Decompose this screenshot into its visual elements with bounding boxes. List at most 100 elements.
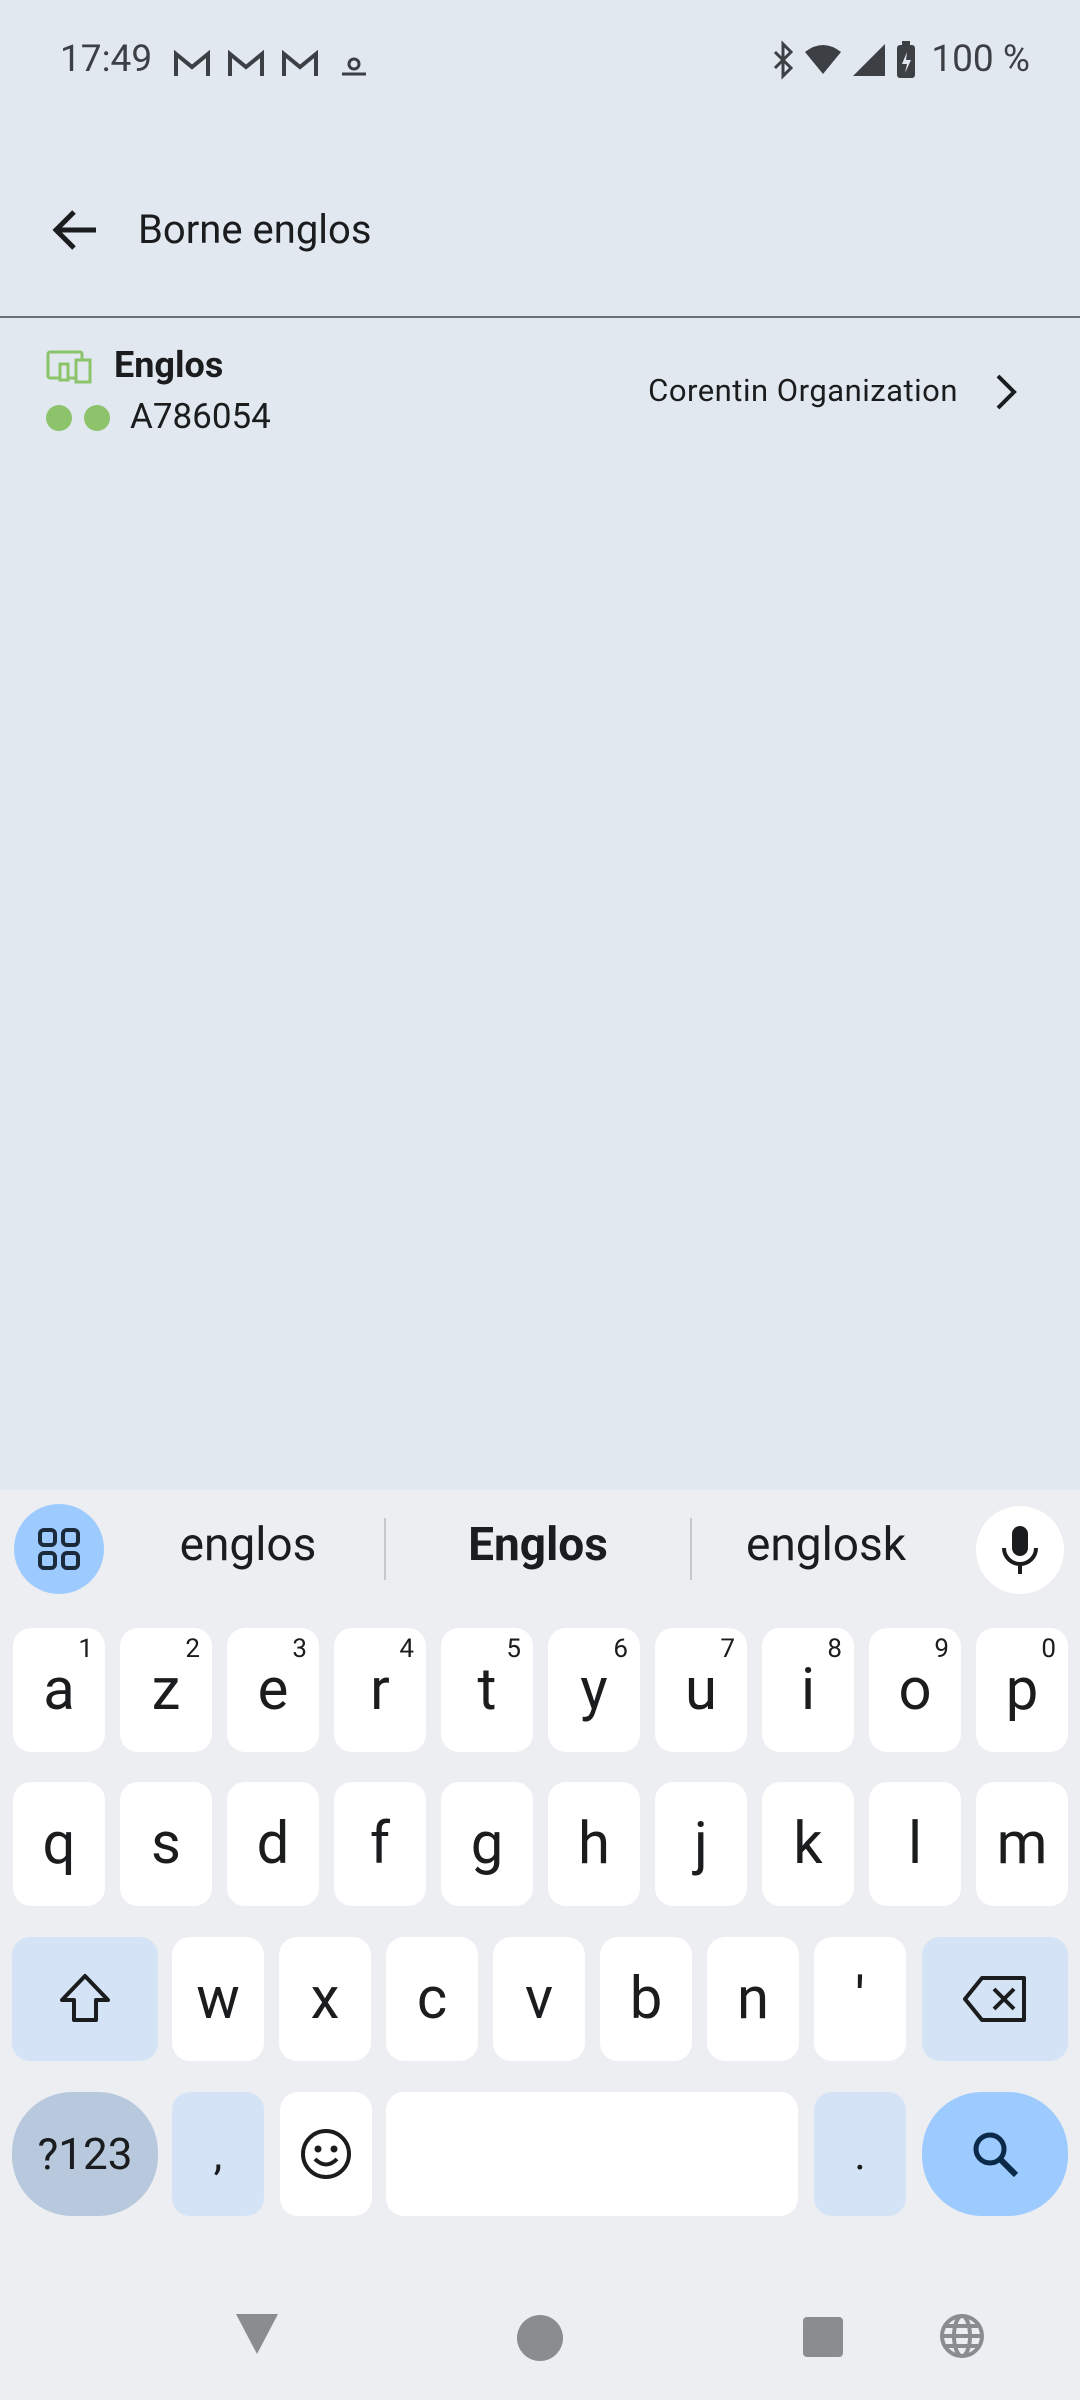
key-label: t [477, 1656, 497, 1724]
key-d[interactable]: d [227, 1782, 319, 1906]
key-a[interactable]: a1 [13, 1628, 105, 1752]
key-y[interactable]: y6 [548, 1628, 640, 1752]
key-label: h [578, 1810, 610, 1878]
key-label: a [43, 1656, 75, 1724]
system-icons: 100 % [771, 38, 1030, 81]
gmail-icon [228, 49, 264, 76]
key-number-hint: 1 [78, 1634, 93, 1664]
key-number-hint: 6 [613, 1634, 628, 1664]
key-r[interactable]: r4 [334, 1628, 426, 1752]
key-number-hint: 3 [292, 1634, 307, 1664]
key-label: w [196, 1965, 240, 2033]
back-arrow-icon[interactable] [44, 198, 108, 262]
key-z[interactable]: z2 [120, 1628, 212, 1752]
period-key[interactable]: . [814, 2092, 906, 2216]
suggestion-separator [384, 1518, 386, 1580]
key-p[interactable]: p0 [976, 1628, 1068, 1752]
status-indicators [46, 405, 110, 431]
symbols-key[interactable]: ?123 [12, 2092, 158, 2216]
key-label: e [257, 1656, 289, 1724]
key-number-hint: 0 [1041, 1634, 1056, 1664]
key-label: m [996, 1810, 1048, 1878]
key-o[interactable]: o9 [869, 1628, 961, 1752]
key-apostrophe[interactable]: ' [814, 1937, 906, 2061]
search-query-title[interactable]: Borne englos [138, 198, 371, 262]
key-t[interactable]: t5 [441, 1628, 533, 1752]
key-f[interactable]: f [334, 1782, 426, 1906]
gmail-icon [282, 49, 318, 76]
key-label: r [370, 1656, 390, 1724]
key-j[interactable]: j [655, 1782, 747, 1906]
gmail-icon [174, 49, 210, 76]
station-organization: Corentin Organization [648, 372, 958, 409]
status-dot [84, 405, 110, 431]
key-s[interactable]: s [120, 1782, 212, 1906]
key-label: b [629, 1965, 663, 2033]
signal-icon [853, 43, 886, 76]
language-globe-icon[interactable] [938, 2312, 986, 2360]
key-e[interactable]: e3 [227, 1628, 319, 1752]
key-u[interactable]: u7 [655, 1628, 747, 1752]
key-label: x [310, 1965, 340, 2033]
comma-key[interactable]: , [172, 2092, 264, 2216]
key-w[interactable]: w [172, 1937, 264, 2061]
search-icon [973, 2132, 1019, 2178]
space-key[interactable] [386, 2092, 798, 2216]
status-time: 17:49 [60, 38, 153, 81]
key-q[interactable]: q [13, 1782, 105, 1906]
key-n[interactable]: n [707, 1937, 799, 2061]
station-name: Englos [114, 344, 224, 386]
key-number-hint: 2 [185, 1634, 200, 1664]
shift-key[interactable] [12, 1937, 158, 2061]
home-nav-icon[interactable] [516, 2314, 564, 2362]
recents-nav-icon[interactable] [802, 2316, 844, 2358]
suggestion-3[interactable]: englosk [696, 1518, 956, 1572]
app-bar: Borne englos [0, 176, 1080, 316]
suggestion-1[interactable]: englos [118, 1518, 378, 1572]
key-number-hint: 9 [934, 1634, 949, 1664]
key-label: l [907, 1810, 923, 1878]
key-number-hint: 4 [399, 1634, 414, 1664]
key-v[interactable]: v [493, 1937, 585, 2061]
key-m[interactable]: m [976, 1782, 1068, 1906]
key-x[interactable]: x [279, 1937, 371, 2061]
key-h[interactable]: h [548, 1782, 640, 1906]
key-i[interactable]: i8 [762, 1628, 854, 1752]
key-number-hint: 7 [720, 1634, 735, 1664]
cast-icon [342, 57, 366, 76]
voice-input-button[interactable] [976, 1506, 1064, 1594]
key-label: u [685, 1656, 717, 1724]
navigation-bar [0, 2270, 1080, 2400]
key-label: k [793, 1810, 823, 1878]
backspace-key[interactable] [922, 1937, 1068, 2061]
suggestion-2[interactable]: Englos [408, 1518, 668, 1572]
back-nav-icon[interactable] [232, 2308, 282, 2358]
key-k[interactable]: k [762, 1782, 854, 1906]
key-l[interactable]: l [869, 1782, 961, 1906]
station-serial: A786054 [130, 396, 271, 437]
key-b[interactable]: b [600, 1937, 692, 2061]
key-g[interactable]: g [441, 1782, 533, 1906]
status-dot [46, 405, 72, 431]
keyboard: englos Englos englosk ?123 , . a1z2e3r4t… [0, 1490, 1080, 2400]
list-item[interactable]: Englos A786054 Corentin Organization [0, 320, 1080, 470]
notification-icons [172, 44, 374, 84]
shift-icon [60, 1974, 110, 2022]
search-key[interactable] [922, 2092, 1068, 2216]
battery-percent: 100 % [931, 38, 1030, 81]
key-label: p [1005, 1656, 1039, 1724]
key-label: j [694, 1810, 708, 1878]
microphone-icon [1002, 1526, 1038, 1574]
wifi-icon [805, 44, 842, 74]
divider [0, 316, 1080, 318]
grid-icon [38, 1528, 80, 1570]
key-label: d [256, 1810, 290, 1878]
key-label: i [800, 1656, 816, 1724]
emoji-key[interactable] [280, 2092, 372, 2216]
suggestion-separator [690, 1518, 692, 1580]
key-c[interactable]: c [386, 1937, 478, 2061]
key-label: q [42, 1810, 76, 1878]
keyboard-apps-button[interactable] [14, 1504, 104, 1594]
key-label: o [898, 1656, 932, 1724]
key-label: f [369, 1810, 391, 1878]
